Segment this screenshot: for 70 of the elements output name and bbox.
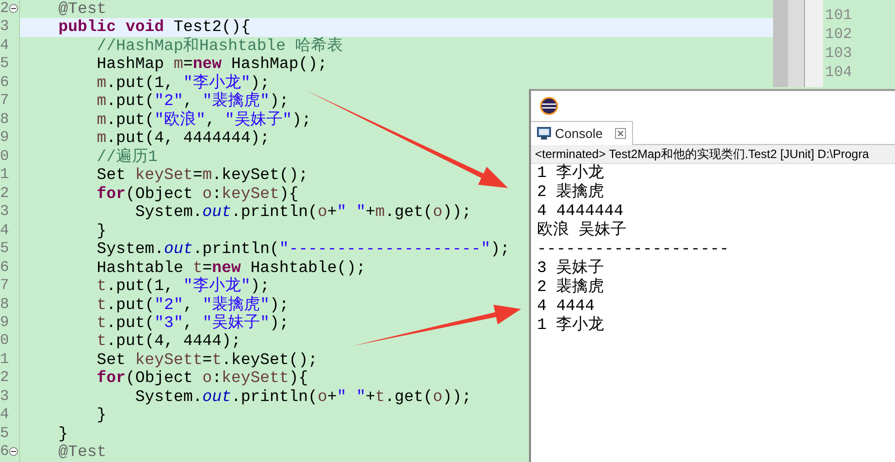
eclipse-logo-icon	[539, 96, 559, 116]
code-line: m.put(4, 4444444);	[96, 129, 270, 148]
code-line: t.put("3", "吴妹子");	[96, 314, 289, 332]
code-line: Hashtable t=new Hashtable();	[96, 258, 366, 277]
console-output-line: 欧浪 吴妹子	[537, 221, 627, 239]
line-number: 5	[0, 424, 10, 442]
code-line: HashMap m=new HashMap();	[96, 55, 328, 74]
code-line: public void Test2(){	[58, 18, 250, 36]
code-line: for(Object o:keySett){	[96, 369, 308, 388]
line-number: 103	[825, 45, 852, 62]
monitor-icon	[537, 127, 551, 140]
line-number: 101	[825, 7, 852, 24]
line-number: 1	[0, 350, 10, 368]
code-line: //HashMap和Hashtable 哈希表	[96, 36, 344, 55]
line-number: 0	[0, 148, 10, 165]
console-tab[interactable]: Console	[531, 121, 633, 145]
line-number: 8	[0, 296, 10, 312]
code-line: m.put(1, "李小龙");	[96, 74, 270, 92]
code-line: for(Object o:keySet){	[96, 184, 298, 203]
line-number: 104	[825, 64, 852, 81]
line-number: 1	[0, 166, 10, 184]
code-line: System.out.println("--------------------");	[96, 240, 510, 258]
code-line: @Test	[58, 0, 106, 18]
close-icon[interactable]	[614, 128, 626, 139]
code-line: }	[96, 222, 106, 240]
line-number: 5	[0, 240, 10, 258]
code-line: t.put(4, 4444);	[96, 332, 241, 350]
line-number: 6	[0, 258, 10, 276]
line-number: 102	[825, 26, 852, 43]
line-number: 3	[0, 18, 10, 36]
line-number: 2	[0, 0, 10, 17]
line-number: 3	[0, 388, 10, 405]
code-line: System.out.println(o+" "+t.get(o));	[135, 388, 472, 406]
code-line: t.put("2", "裴擒虎");	[96, 296, 289, 314]
collapse-icon[interactable]	[9, 447, 18, 456]
scrollbar-track[interactable]	[773, 0, 788, 87]
collapse-icon[interactable]	[9, 4, 18, 13]
console-output-line: 2 裴擒虎	[537, 183, 604, 201]
line-number: 4	[0, 36, 10, 54]
code-line: @Test	[58, 443, 106, 462]
line-number: 2	[0, 184, 10, 202]
line-number: 9	[0, 314, 10, 331]
code-line: m.put("2", "裴擒虎");	[96, 92, 289, 110]
console-output-line: 4 4444	[537, 297, 595, 315]
console-output-line: 4 4444444	[537, 202, 624, 220]
line-number: 7	[0, 92, 10, 110]
console-output-line: 2 裴擒虎	[537, 278, 604, 296]
console-output-line: 1 李小龙	[537, 164, 604, 182]
console-output-line: --------------------	[537, 240, 730, 258]
code-line: Set keySet=m.keySet();	[96, 166, 308, 184]
code-line: System.out.println(o+" "+m.get(o));	[135, 203, 472, 222]
line-number: 6	[0, 443, 10, 460]
line-number: 6	[0, 74, 10, 91]
line-number: 8	[0, 110, 10, 128]
line-number: 0	[0, 332, 10, 350]
code-line: //遍历1	[96, 148, 158, 166]
code-line: m.put("欧浪", "吴妹子");	[96, 110, 312, 129]
line-number: 3	[0, 203, 10, 220]
line-number: 4	[0, 222, 10, 239]
line-number: 9	[0, 129, 10, 146]
code-line: }	[58, 424, 68, 443]
console-output-line: 3 吴妹子	[537, 259, 604, 277]
line-number: 4	[0, 406, 10, 424]
line-number: 5	[0, 55, 10, 72]
line-number: 7	[0, 277, 10, 294]
console-output-line: 1 李小龙	[537, 316, 604, 334]
line-number: 2	[0, 369, 10, 386]
code-line: }	[96, 406, 106, 424]
code-line: t.put(1, "李小龙");	[96, 277, 270, 296]
code-line: Set keySett=t.keySet();	[96, 350, 318, 369]
